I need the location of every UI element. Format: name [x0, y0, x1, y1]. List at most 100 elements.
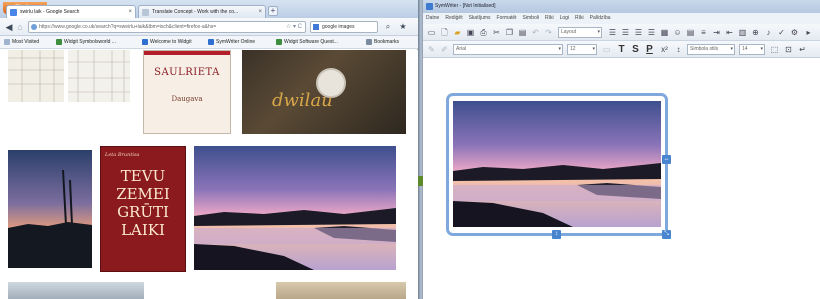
close-icon[interactable]: × — [128, 6, 132, 18]
image-frame[interactable]: ↔ ↕ ⤡ — [446, 93, 671, 239]
resize-vertical-handle[interactable]: ↕ — [552, 230, 561, 239]
symbol-size-value: 14 — [742, 46, 748, 52]
text-style-p-button[interactable]: P — [644, 44, 655, 55]
image-result-drawing-2[interactable] — [68, 50, 130, 102]
more-tools-icon[interactable]: ▸ — [803, 27, 814, 38]
image-result-signature[interactable]: dwilau — [242, 50, 406, 134]
menu-view[interactable]: Skatījums — [466, 13, 494, 24]
copy-icon[interactable]: ❐ — [504, 27, 515, 38]
table-icon[interactable]: ▤ — [685, 27, 696, 38]
speech-icon[interactable]: ♪ — [763, 27, 774, 38]
new-tab-button[interactable]: + — [268, 6, 278, 16]
bullets-icon[interactable]: ≡ — [698, 27, 709, 38]
menu-windows[interactable]: Logi — [557, 13, 572, 24]
widgit-icon — [142, 39, 148, 45]
redo-icon[interactable]: ↷ — [543, 27, 554, 38]
text-style-s-button[interactable]: S — [630, 44, 641, 55]
bookmark-symwriter-online[interactable]: SymWriter Online — [208, 36, 255, 48]
undo-icon[interactable]: ↶ — [530, 27, 541, 38]
image-result-sunset-narrow[interactable] — [8, 150, 92, 268]
address-text: https://www.google.co.uk/search?q=sweirl… — [39, 24, 217, 30]
search-value: google images — [322, 24, 355, 30]
search-input[interactable]: google images — [310, 21, 378, 33]
signature-text: dwilau — [272, 90, 333, 111]
save-icon[interactable]: ▣ — [465, 27, 476, 38]
document-page[interactable]: ↔ ↕ ⤡ — [423, 58, 820, 299]
spell-check-icon[interactable]: ✓ — [776, 27, 787, 38]
resize-corner-handle[interactable]: ⤡ — [662, 230, 671, 239]
image-result-book-cover[interactable]: Leta Bruntisa TEVU ZEMEI GRŪTI LAIKI — [100, 146, 186, 272]
chevron-down-icon: ▾ — [730, 46, 733, 52]
settings-icon[interactable]: ⚙ — [789, 27, 800, 38]
image-result-saulrieta[interactable]: SAULRIETA Daugava — [143, 50, 231, 134]
font-select[interactable]: Arial ▾ — [453, 44, 563, 55]
font-size-select[interactable]: 12 ▾ — [567, 44, 597, 55]
superscript-icon[interactable]: x² — [659, 44, 670, 55]
address-bar[interactable]: https://www.google.co.uk/search?q=sweirl… — [28, 21, 306, 33]
new-page-icon[interactable]: 🗋 — [439, 27, 450, 38]
tab-label: swirlu laik - Google Search — [20, 9, 80, 15]
reload-icon[interactable]: ☆ ▾ C — [286, 22, 302, 32]
inserted-sunset-image[interactable] — [453, 101, 661, 227]
bookmark-widgit-symbolsworld[interactable]: Widgit Symbolsworld ... — [56, 36, 116, 48]
new-document-icon[interactable]: ▭ — [426, 27, 437, 38]
bookmarks-toolbar: Most Visited Widgit Symbolsworld ... Wel… — [0, 36, 418, 49]
frame-icon[interactable]: ⬚ — [769, 44, 780, 55]
align-right-icon[interactable]: ☰ — [633, 27, 644, 38]
navigation-bar: ◀ ⌂ https://www.google.co.uk/search?q=sw… — [0, 18, 418, 36]
window-title: SymWriter - [Not Initialised] — [435, 3, 496, 9]
page-icon — [142, 9, 149, 16]
brush-icon[interactable]: ✐ — [439, 44, 450, 55]
bookmark-star-icon[interactable]: ★ — [398, 22, 408, 32]
open-folder-icon[interactable]: ▰ — [452, 27, 463, 38]
menu-symbols[interactable]: Simboli — [520, 13, 542, 24]
bookmarks-menu[interactable]: Bookmarks — [366, 36, 399, 48]
grid-icon[interactable]: ▥ — [737, 27, 748, 38]
menu-file[interactable]: Datne — [423, 13, 442, 24]
layout-select[interactable]: Layout ▾ — [558, 27, 602, 38]
menu-format[interactable]: Formatēt — [494, 13, 520, 24]
print-icon[interactable]: ⎙ — [478, 27, 489, 38]
widgit-icon — [208, 39, 214, 45]
menu-edit[interactable]: Rediģēt — [442, 13, 465, 24]
search-icon[interactable]: ⌕ — [383, 22, 393, 32]
image-result-paper[interactable] — [276, 282, 406, 299]
resize-horizontal-handle[interactable]: ↔ — [662, 155, 671, 164]
home-icon[interactable]: ⌂ — [14, 21, 26, 33]
book-title-line: TEVU — [120, 167, 166, 185]
menu-help[interactable]: Palīdzība — [587, 13, 614, 24]
bookmark-welcome-widgit[interactable]: Welcome to Widgit — [142, 36, 192, 48]
align-left-icon[interactable]: ☰ — [607, 27, 618, 38]
symbol-style-select[interactable]: Simbola stils ▾ — [687, 44, 735, 55]
zoom-icon[interactable]: ⊕ — [750, 27, 761, 38]
image-result-sunset-lake[interactable] — [194, 146, 396, 270]
close-icon[interactable]: × — [258, 6, 262, 18]
bookmark-most-visited[interactable]: Most Visited — [4, 36, 39, 48]
align-center-icon[interactable]: ☰ — [620, 27, 631, 38]
saulrieta-author: Daugava — [171, 95, 203, 103]
symbol-size-select[interactable]: 14 ▾ — [739, 44, 765, 55]
menu-bar: Datne Rediģēt Skatījums Formatēt Simboli Rīki… — [423, 13, 820, 24]
text-style-t-button[interactable]: T — [616, 44, 627, 55]
cut-icon[interactable]: ✂ — [491, 27, 502, 38]
line-spacing-icon[interactable]: ↕ — [673, 44, 684, 55]
font-value: Arial — [456, 46, 467, 52]
symbol-box-icon[interactable]: ⊡ — [783, 44, 794, 55]
symbol-icon[interactable]: ☺ — [672, 27, 683, 38]
indent-icon[interactable]: ⇥ — [711, 27, 722, 38]
color-icon[interactable]: ▭ — [601, 44, 612, 55]
tab-google-search[interactable]: swirlu laik - Google Search × — [6, 5, 136, 18]
book-title: TEVU ZEMEI GRŪTI LAIKI — [101, 167, 185, 239]
picture-icon[interactable]: ▦ — [659, 27, 670, 38]
bookmark-widgit-software[interactable]: Widgit Software Quest... — [276, 36, 338, 48]
paste-icon[interactable]: ▤ — [517, 27, 528, 38]
justify-icon[interactable]: ☰ — [646, 27, 657, 38]
menu-tools[interactable]: Rīki — [542, 13, 557, 24]
image-result-drawing-1[interactable] — [8, 50, 64, 102]
pen-icon[interactable]: ✎ — [426, 44, 437, 55]
wrap-icon[interactable]: ↵ — [797, 44, 808, 55]
image-result-landscape[interactable] — [8, 282, 144, 299]
tab-translate-concept[interactable]: Translate Concept - Work with the co... … — [138, 5, 266, 18]
outdent-icon[interactable]: ⇤ — [724, 27, 735, 38]
menu-tools-2[interactable]: Rīki — [572, 13, 587, 24]
